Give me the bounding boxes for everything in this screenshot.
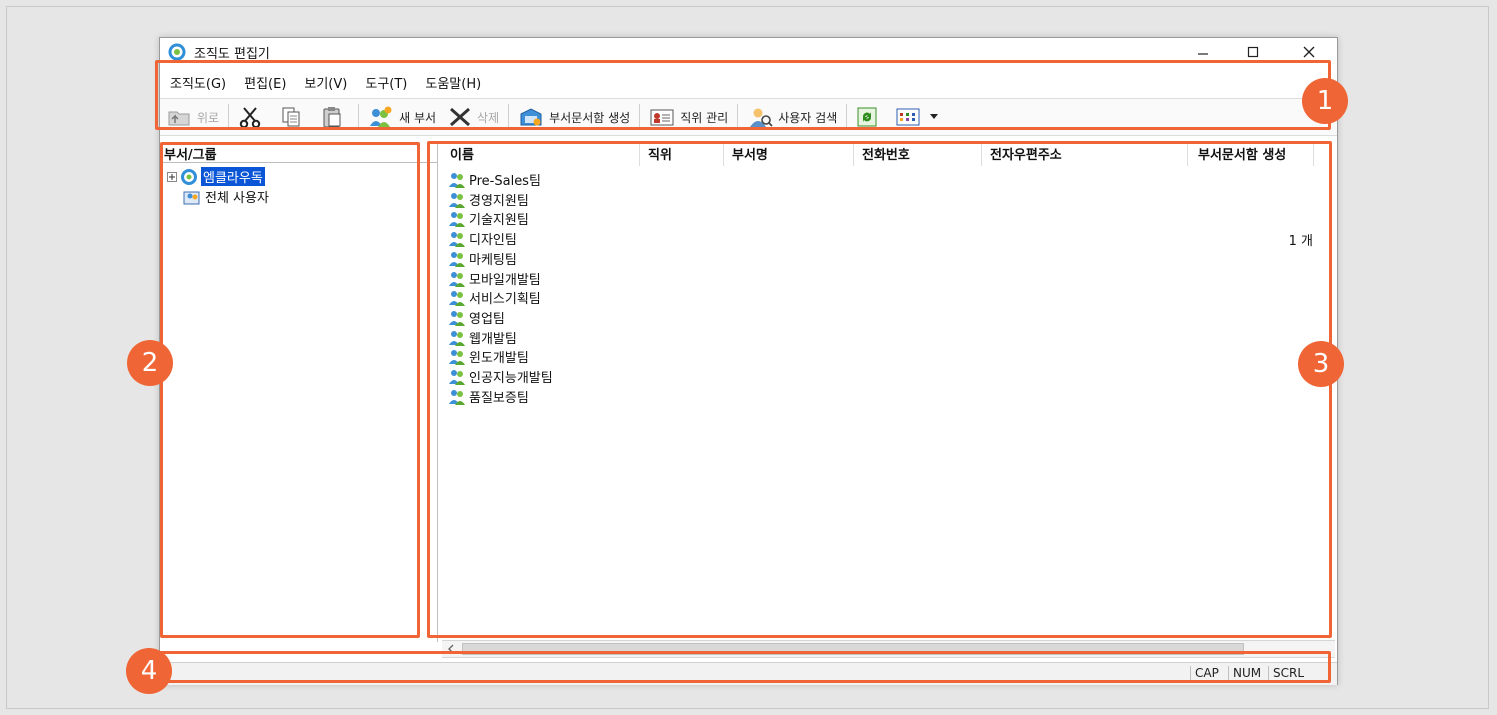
callout-badge-4: 4: [126, 648, 172, 694]
callout-badge-2: 2: [127, 340, 173, 386]
maximize-icon: [1247, 46, 1259, 58]
callout-box-tree: [160, 142, 420, 638]
callout-box-list: [427, 141, 1332, 638]
close-icon: [1303, 46, 1315, 58]
minimize-icon: [1198, 53, 1208, 55]
callout-badge-1: 1: [1302, 78, 1348, 124]
callout-badge-3: 3: [1298, 341, 1344, 387]
callout-box-toolbar: [155, 60, 1331, 130]
org-chart-app-icon: [168, 43, 186, 61]
callout-box-status: [155, 651, 1331, 683]
